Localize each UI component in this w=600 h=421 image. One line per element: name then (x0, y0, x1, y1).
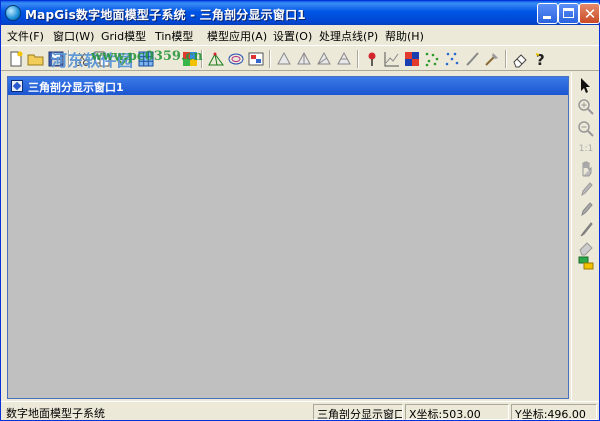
status-window-name: 三角剖分显示窗口 (313, 404, 403, 420)
menu-help[interactable]: 帮助(H) (385, 28, 424, 44)
status-y-coord: Y坐标:496.00 (511, 404, 597, 420)
toolbar-separator (269, 50, 271, 68)
pencil-icon[interactable] (577, 200, 595, 218)
menu-file[interactable]: 文件(F) (7, 28, 44, 44)
eraser-icon[interactable] (511, 50, 529, 68)
brush-icon[interactable] (463, 50, 481, 68)
close-icon: ✕ (583, 5, 597, 23)
brush-tool-icon[interactable] (577, 220, 595, 238)
child-title-bar[interactable]: 三角剖分显示窗口1 (8, 77, 568, 95)
menu-model-apply[interactable]: 模型应用(A) (207, 28, 267, 44)
drawing-canvas[interactable] (8, 95, 568, 398)
triangle-icon-1[interactable] (275, 50, 293, 68)
triangle-icon-3[interactable] (315, 50, 333, 68)
child-window-title: 三角剖分显示窗口1 (28, 81, 124, 94)
vertical-toolbar: 1:1 (571, 72, 599, 401)
status-x-coord: X坐标:503.00 (405, 404, 509, 420)
watermark-url: www.pc0359.cn (91, 49, 203, 64)
app-globe-icon[interactable] (5, 5, 21, 21)
menu-bar: 文件(F) 窗口(W) Grid模型 Tin模型 模型应用(A) 设置(O) 处… (1, 25, 599, 45)
pan-hand-icon[interactable] (577, 160, 595, 178)
open-folder-icon[interactable] (27, 50, 45, 68)
menu-tin-model[interactable]: Tin模型 (155, 28, 193, 44)
new-file-icon[interactable] (7, 50, 25, 68)
toolbar-separator (505, 50, 507, 68)
window-title: MapGis数字地面模型子系统 - 三角剖分显示窗口1 (25, 8, 306, 22)
color-map-icon[interactable] (247, 50, 265, 68)
close-button[interactable]: ✕ (579, 3, 600, 24)
main-window: MapGis数字地面模型子系统 - 三角剖分显示窗口1 ✕ 文件(F) 窗口(W… (0, 0, 600, 421)
pen-icon[interactable] (577, 180, 595, 198)
title-bar[interactable]: MapGis数字地面模型子系统 - 三角剖分显示窗口1 ✕ (1, 1, 600, 25)
maximize-icon (563, 8, 574, 18)
scale-1-1-icon[interactable]: 1:1 (577, 140, 595, 158)
triangle-icon-4[interactable] (335, 50, 353, 68)
dot-pattern-icon[interactable] (423, 50, 441, 68)
zoom-out-icon[interactable] (577, 120, 595, 138)
status-bar: 数字地面模型子系统 三角剖分显示窗口 X坐标:503.00 Y坐标:496.00 (1, 401, 599, 420)
menu-window[interactable]: 窗口(W) (53, 28, 94, 44)
minimize-icon (543, 16, 551, 19)
pointer-icon[interactable] (577, 76, 595, 94)
toolbar-separator (357, 50, 359, 68)
menu-settings[interactable]: 设置(O) (273, 28, 312, 44)
child-window-icon[interactable] (11, 80, 23, 92)
line-chart-icon[interactable] (383, 50, 401, 68)
triangulation-display-window[interactable]: 三角剖分显示窗口1 (7, 76, 569, 399)
contour-icon[interactable] (227, 50, 245, 68)
axe-icon[interactable] (483, 50, 501, 68)
help-icon[interactable]: ? (531, 50, 549, 68)
maximize-button[interactable] (558, 3, 579, 24)
dot-pattern-icon-2[interactable] (443, 50, 461, 68)
menu-grid-model[interactable]: Grid模型 (101, 28, 146, 44)
minimize-button[interactable] (537, 3, 558, 24)
mdi-workspace: 三角剖分显示窗口1 (1, 72, 571, 401)
triangle-icon-2[interactable] (295, 50, 313, 68)
color-block-icon[interactable] (403, 50, 421, 68)
layers-icon[interactable] (577, 254, 595, 272)
tin-icon[interactable] (207, 50, 225, 68)
zoom-in-icon[interactable] (577, 98, 595, 116)
menu-process-points-lines[interactable]: 处理点线(P) (319, 28, 378, 44)
status-main-text: 数字地面模型子系统 (6, 407, 105, 420)
pin-icon[interactable] (363, 50, 381, 68)
